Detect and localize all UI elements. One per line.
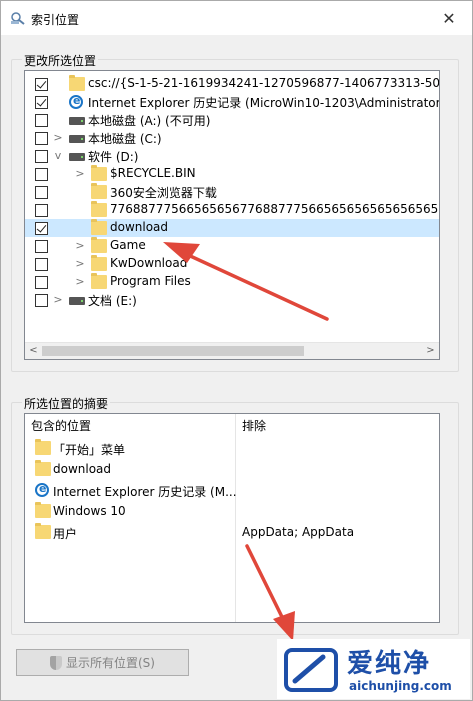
brand-logo-mark [284,648,338,692]
annotation-arrow-show-all [245,544,295,641]
annotation-arrow-download [163,242,329,321]
watermark-logo: 爱纯净 aichunjing.com [277,639,470,699]
annotation-arrows [163,242,329,641]
brand-name: 爱纯净 [347,649,432,679]
brand-url: aichunjing.com [349,679,452,693]
index-locations-dialog: 索引位置 ✕ 更改所选位置 < > csc://{S-1-5-21-161993… [0,0,473,701]
